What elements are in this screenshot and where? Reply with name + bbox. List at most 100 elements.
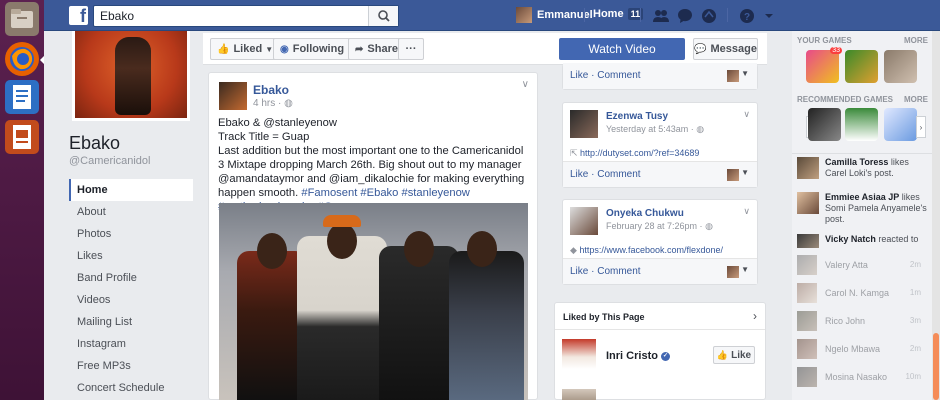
photo-head	[327, 223, 357, 259]
card-options-chevron-icon[interactable]: ∨	[743, 109, 750, 120]
search-button[interactable]	[368, 6, 398, 26]
game-recommended-icon[interactable]	[808, 108, 841, 141]
more-options-button[interactable]: ···	[398, 38, 424, 60]
liked-button[interactable]: 👍 Liked ▼	[210, 38, 281, 60]
contact-last-active: 10m	[905, 372, 921, 381]
page-action-bar: 👍 Liked ▼ ◉ Following ▼ ➦ Share ··· Watc…	[203, 33, 767, 65]
ticker-item[interactable]: Camilla Toress likes Carel Loki's post.	[797, 157, 927, 179]
post-photo[interactable]	[219, 203, 528, 400]
card-footer: Like · Comment ▼	[563, 63, 757, 89]
like-comment-links[interactable]: Like · Comment	[570, 266, 641, 277]
chevron-right-icon[interactable]: ›	[916, 116, 926, 138]
nav-item-likes[interactable]: Likes	[69, 245, 193, 267]
game-farm-icon[interactable]	[845, 50, 878, 83]
facebook-top-bar: f Emmanuel Home 11 ?	[44, 0, 940, 31]
shared-link-card: Ezenwa Tusy Yesterday at 5:43am · ◍ ∨ ⇱ …	[562, 102, 758, 188]
game-racing-icon[interactable]	[884, 50, 917, 83]
chat-contact[interactable]: Ngelo Mbawa 2m	[797, 339, 927, 361]
search-box[interactable]	[93, 5, 399, 27]
post-timestamp[interactable]: 4 hrs · ◍	[253, 98, 293, 109]
nav-item-about[interactable]: About	[69, 201, 193, 223]
contact-name: Ngelo Mbawa	[825, 344, 881, 354]
post-line: Ebako & @stanleyenow	[218, 117, 337, 129]
chat-contact[interactable]: Carol N. Kamga 1m	[797, 283, 927, 305]
post-author-avatar[interactable]	[219, 82, 247, 110]
game-bottle-icon[interactable]	[884, 108, 917, 141]
commenter-avatar[interactable]	[570, 110, 598, 138]
game-soccer-icon[interactable]	[845, 108, 878, 141]
contact-avatar	[797, 367, 817, 387]
timeline-post: Ebako 4 hrs · ◍ ∨ Ebako & @stanleyenow T…	[208, 72, 538, 400]
shared-link[interactable]: ⇱ http://dutyset.com/?ref=34689	[570, 148, 699, 159]
home-link[interactable]: Home 11	[593, 8, 644, 20]
card-options-chevron-icon[interactable]: ∨	[743, 206, 750, 217]
recommended-games-heading: RECOMMENDED GAMES	[797, 95, 894, 104]
profile-picture[interactable]	[72, 31, 190, 121]
shared-link[interactable]: ◆ https://www.facebook.com/flexdone/	[570, 245, 723, 256]
commenter-name[interactable]: Onyeka Chukwu	[606, 208, 684, 219]
ticker-item[interactable]: Vicky Natch reacted to	[797, 234, 927, 248]
messages-icon[interactable]	[676, 7, 694, 25]
nav-item-free-mp3s[interactable]: Free MP3s	[69, 355, 193, 377]
liked-label: Liked	[233, 43, 263, 55]
nav-item-videos[interactable]: Videos	[69, 289, 193, 311]
liked-page-name[interactable]: Inri Cristo ✓	[606, 350, 670, 362]
ticker-item[interactable]: Emmiee Asiaa JP likes Somi Pamela Anyame…	[797, 192, 927, 225]
facebook-logo[interactable]: f	[69, 6, 88, 26]
like-comment-links[interactable]: Like · Comment	[570, 169, 641, 180]
post-timestamp[interactable]: Yesterday at 5:43am · ◍	[606, 124, 704, 135]
post-author-name[interactable]: Ebako	[253, 83, 289, 97]
chat-contact[interactable]: Rico John 3m	[797, 311, 927, 333]
watch-video-button[interactable]: Watch Video	[559, 38, 685, 60]
contact-last-active: 3m	[909, 316, 921, 325]
friend-requests-icon[interactable]	[652, 7, 670, 25]
recommended-more-link[interactable]: MORE	[904, 95, 928, 104]
chevron-down-icon[interactable]: ▼	[741, 168, 749, 177]
account-menu-icon[interactable]	[760, 7, 778, 25]
chat-contact[interactable]: Valery Atta 2m	[797, 255, 927, 277]
divider	[792, 153, 932, 154]
contact-last-active: 2m	[909, 344, 921, 353]
help-icon[interactable]: ?	[738, 7, 756, 25]
photo-head	[467, 231, 497, 267]
post-timestamp[interactable]: February 28 at 7:26pm · ◍	[606, 221, 713, 232]
files-app-icon[interactable]	[5, 2, 39, 36]
game-candy-crush-icon[interactable]: 33	[806, 47, 842, 83]
liked-page-avatar[interactable]	[562, 339, 596, 369]
like-page-button[interactable]: 👍 Like	[713, 346, 755, 364]
chat-contact[interactable]: Mosina Nasako 10m	[797, 367, 927, 389]
impress-app-icon[interactable]	[5, 120, 39, 154]
divider	[555, 329, 765, 330]
commenter-avatar[interactable]	[570, 207, 598, 235]
search-input[interactable]	[94, 6, 364, 26]
message-button[interactable]: 💬 Message	[693, 38, 758, 60]
nav-item-instagram[interactable]: Instagram	[69, 333, 193, 355]
chevron-down-icon[interactable]: ▼	[741, 69, 749, 78]
nav-item-home[interactable]: Home	[69, 179, 193, 201]
games-more-link[interactable]: MORE	[904, 36, 928, 45]
firefox-app-icon[interactable]	[5, 42, 39, 76]
chevron-down-icon[interactable]: ▼	[741, 265, 749, 274]
nav-item-mailing-list[interactable]: Mailing List	[69, 311, 193, 333]
contact-name: Carol N. Kamga	[825, 288, 890, 298]
nav-item-photos[interactable]: Photos	[69, 223, 193, 245]
writer-app-icon[interactable]	[5, 80, 39, 114]
post-options-chevron-icon[interactable]: ∨	[522, 79, 529, 90]
scrollbar[interactable]	[932, 31, 940, 400]
notifications-icon[interactable]	[700, 7, 718, 25]
like-comment-links[interactable]: Like · Comment	[570, 70, 641, 81]
nav-item-concert-schedule[interactable]: Concert Schedule	[69, 377, 193, 399]
nav-item-band-profile[interactable]: Band Profile	[69, 267, 193, 289]
user-avatar	[516, 7, 532, 23]
profile-link[interactable]: Emmanuel	[516, 7, 593, 23]
share-button[interactable]: ➦ Share	[348, 38, 405, 60]
commenter-name[interactable]: Ezenwa Tusy	[606, 111, 668, 122]
page-username: @Camericanidol	[69, 155, 151, 167]
contact-name: Rico John	[825, 316, 866, 326]
liked-page-avatar[interactable]	[562, 389, 596, 400]
chevron-down-icon: ▼	[265, 44, 274, 54]
right-sidebar: YOUR GAMES MORE 33 RECOMMENDED GAMES MOR…	[792, 31, 932, 400]
divider	[727, 8, 728, 22]
scrollbar-thumb[interactable]	[933, 333, 939, 400]
chevron-right-icon[interactable]: ›	[753, 309, 757, 323]
